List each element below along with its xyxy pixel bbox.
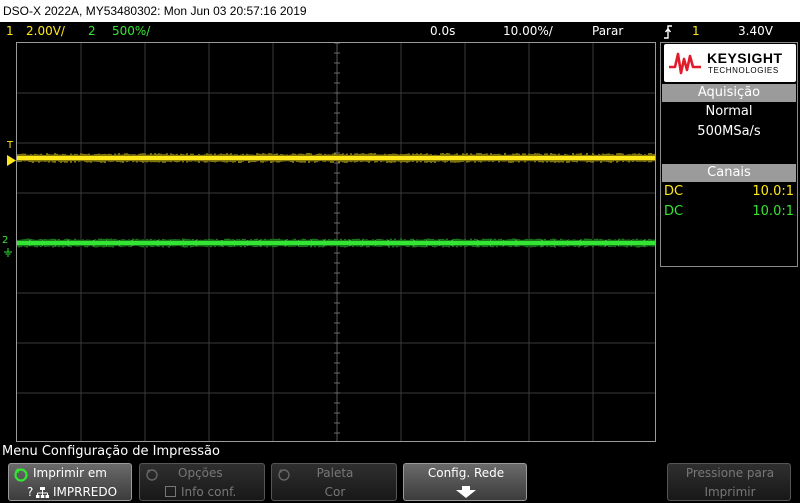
trigger-level[interactable]: 3.40V: [738, 22, 773, 41]
graticule: [17, 43, 655, 441]
ch2-scale[interactable]: 500%/: [112, 22, 150, 41]
ch2-probe: 10.0:1: [752, 204, 794, 219]
trigger-edge-icon: [662, 22, 674, 41]
acquisition-mode: Normal: [705, 104, 753, 119]
arrow-down-icon: [454, 486, 478, 501]
checkbox-icon[interactable]: [165, 486, 176, 497]
ch2-coupling: DC: [664, 204, 684, 219]
softkey-palette[interactable]: Paleta Cor: [271, 463, 397, 501]
softkey-print-to-value: IMPRREDO: [53, 485, 118, 499]
keysight-wave-icon: [669, 52, 701, 75]
status-bar: 1 2.00V/ 2 500%/ 0.0s 10.00%/ Parar 1 3.…: [0, 22, 800, 41]
ch1-scale[interactable]: 2.00V/: [26, 22, 65, 41]
softkey-network-config[interactable]: Config. Rede: [403, 463, 527, 501]
acquisition-rate: 500MSa/s: [697, 124, 761, 139]
rotate-knob-icon: [13, 467, 29, 486]
channels-header[interactable]: Canais: [662, 164, 796, 182]
ch1-ground-marker: [7, 151, 16, 170]
network-icon: ?: [27, 485, 34, 499]
softkey-print-to[interactable]: Imprimir em ? IMPRREDO: [8, 463, 132, 501]
softkey-press-to-print[interactable]: Pressione para Imprimir: [667, 463, 791, 501]
menu-title: Menu Configuração de Impressão: [2, 444, 220, 459]
ch1-number[interactable]: 1: [6, 22, 14, 41]
window-title: DSO-X 2022A, MY53480302: Mon Jun 03 20:5…: [0, 0, 800, 22]
rotate-knob-icon: [144, 467, 160, 486]
ch2-number[interactable]: 2: [88, 22, 96, 41]
time-scale[interactable]: 10.00%/: [503, 22, 553, 41]
softkey-options-value: Info conf.: [181, 485, 237, 499]
trigger-level-marker: T: [7, 140, 14, 151]
softkey-palette-label: Paleta: [316, 466, 354, 480]
softkey-options-label: Opções: [178, 466, 223, 480]
softkey-print-to-label: Imprimir em: [33, 466, 107, 480]
softkey-options[interactable]: Opções Info conf.: [139, 463, 265, 501]
run-state: Parar: [592, 24, 624, 38]
acquisition-header[interactable]: Aquisição: [662, 84, 796, 102]
logo-subtitle: TECHNOLOGIES: [708, 66, 779, 75]
softkey-network-config-label: Config. Rede: [427, 466, 505, 480]
waveform-display[interactable]: [16, 42, 656, 442]
logo-name: KEYSIGHT: [707, 50, 783, 66]
time-offset[interactable]: 0.0s: [430, 22, 455, 41]
ground-icon: [3, 243, 13, 262]
keysight-logo: KEYSIGHT TECHNOLOGIES: [664, 44, 796, 82]
trigger-source[interactable]: 1: [692, 22, 700, 41]
softkey-press-to-print-value: Imprimir: [704, 485, 756, 499]
ch1-probe: 10.0:1: [752, 184, 794, 199]
ch1-coupling: DC: [664, 184, 684, 199]
softkey-press-to-print-label: Pressione para: [685, 466, 775, 480]
softkey-palette-value: Cor: [324, 485, 346, 499]
network-tree-icon: [36, 487, 49, 502]
